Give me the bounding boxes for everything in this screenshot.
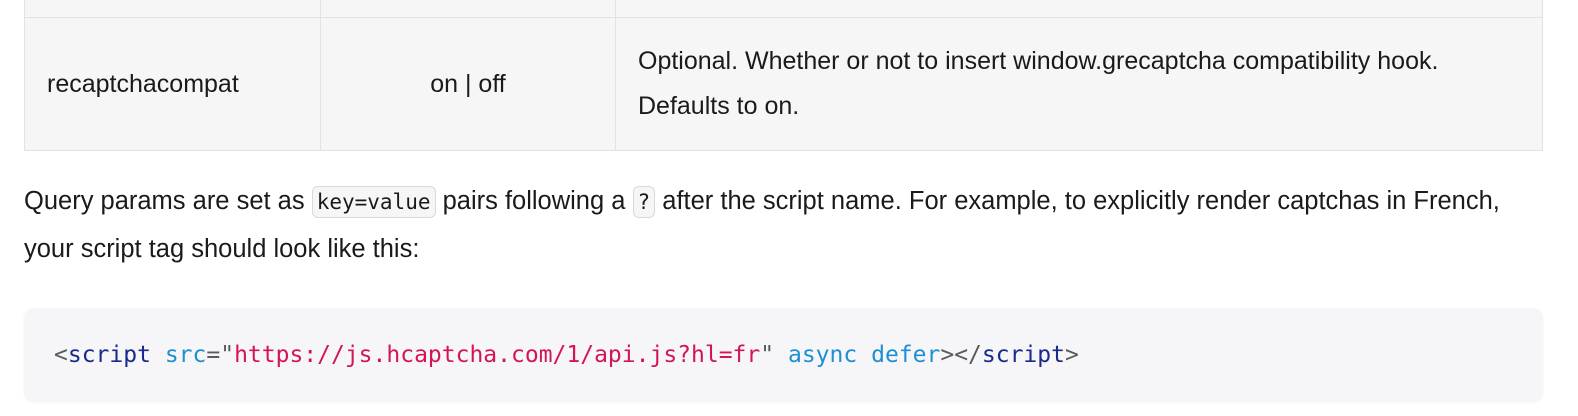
code-token-tag: script — [67, 341, 151, 368]
code-block: < script src =" https://js.hcaptcha.com/1/a… — [24, 308, 1543, 401]
param-description-cell: Optional. Whether or not to insert windo… — [615, 17, 1543, 151]
code-token-punct: < — [54, 341, 68, 368]
code-token-attribute: src — [164, 341, 207, 368]
table-cell — [320, 0, 616, 18]
table-cell — [615, 0, 1543, 18]
code-token-punct: " — [760, 341, 775, 368]
paragraph-text: pairs following a — [435, 187, 633, 215]
table-row-previous — [24, 0, 1543, 18]
code-token-tag: script — [981, 341, 1065, 368]
params-table: recaptchacompat on | off Optional. Wheth… — [24, 0, 1543, 151]
code-token-punct: =" — [206, 341, 235, 368]
code-token-attribute: defer — [871, 341, 941, 368]
query-params-paragraph: Query params are set as key=value pairs … — [24, 178, 1544, 273]
code-token-punct: > — [1064, 341, 1079, 368]
table-row: recaptchacompat on | off Optional. Wheth… — [24, 17, 1543, 151]
code-token-punct: ></ — [940, 341, 982, 368]
param-name-cell: recaptchacompat — [24, 17, 321, 151]
inline-code-key-value: key=value — [311, 186, 436, 218]
code-token-attribute: async — [787, 341, 858, 368]
param-values-cell: on | off — [320, 17, 616, 151]
table-cell — [24, 0, 321, 18]
paragraph-text: Query params are set as — [24, 187, 312, 215]
inline-code-question-mark: ? — [632, 186, 656, 218]
code-token-string: https://js.hcaptcha.com/1/api.js?hl=fr — [234, 341, 761, 368]
